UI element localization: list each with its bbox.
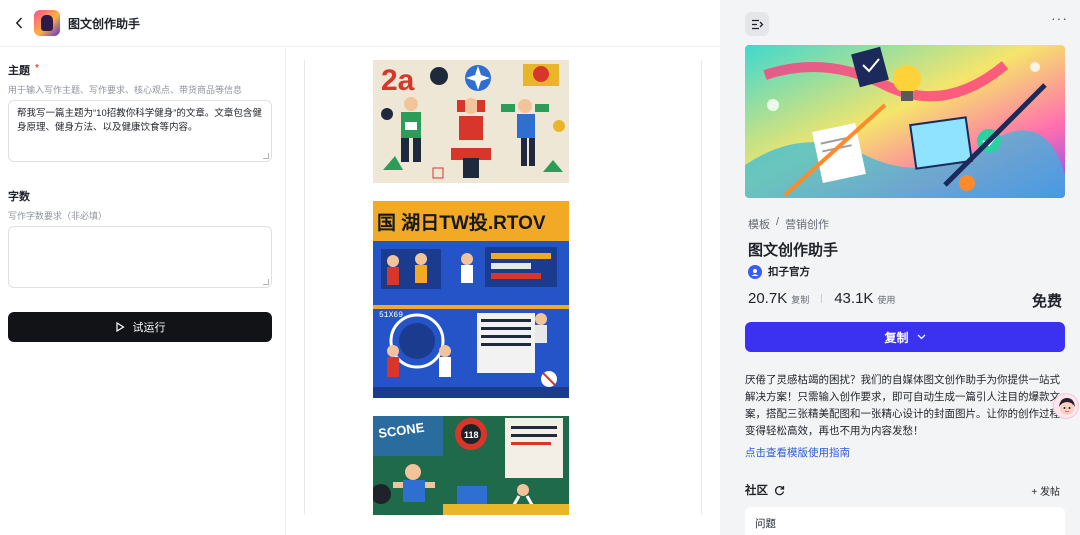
template-title: 图文创作助手	[748, 242, 839, 259]
question-card[interactable]: 问题	[745, 507, 1065, 535]
input-form: 主题 * 用于输入写作主题、写作要求、核心观点、带货商品等信息 帮我写一篇主题为“…	[0, 48, 286, 535]
uses-count: 43.1K	[834, 290, 874, 307]
app-icon	[34, 10, 60, 36]
usage-guide-link[interactable]: 点击查看模版使用指南	[745, 445, 850, 460]
copy-button[interactable]: 复制	[745, 322, 1065, 352]
poster-athletes[interactable]: 2a	[373, 60, 569, 183]
collapse-panel-icon[interactable]	[745, 12, 769, 36]
svg-text:118: 118	[464, 430, 479, 440]
author-avatar	[748, 264, 762, 279]
refresh-icon[interactable]	[774, 485, 785, 496]
question-label: 问题	[755, 518, 776, 530]
copies-count: 20.7K	[748, 290, 788, 307]
divider	[304, 60, 305, 515]
divider	[701, 60, 702, 515]
topic-input[interactable]: 帮我写一篇主题为“10招教你科学健身”的文章。文章包含健身原理、健身方法、以及健…	[8, 100, 272, 162]
topic-hint: 用于输入写作主题、写作要求、核心观点、带货商品等信息	[8, 85, 243, 95]
author-name: 扣子官方	[768, 266, 810, 278]
play-icon	[115, 322, 125, 332]
app-title: 图文创作助手	[68, 16, 141, 31]
svg-text:2a: 2a	[381, 64, 415, 97]
template-panel: ··· 模板 / 营销创作 图文创作助手 扣子官方 20.7K 复制 43.1K…	[720, 0, 1080, 535]
run-button[interactable]: 试运行	[8, 312, 272, 342]
topic-input-value: 帮我写一篇主题为“10招教你科学健身”的文章。文章包含健身原理、健身方法、以及健…	[17, 108, 262, 133]
top-bar: 图文创作助手	[0, 0, 720, 47]
words-label: 字数	[8, 191, 30, 203]
poster-sports-infographic[interactable]: 国 湖日TW投.RTOV 51X69	[373, 201, 569, 398]
template-description: 厌倦了灵感枯竭的困扰？我们的自媒体图文创作助手为你提供一站式解决方案！只需输入创…	[745, 374, 1060, 437]
required-mark: *	[35, 63, 39, 74]
poster-headline: 国 湖日TW投.RTOV	[377, 211, 546, 234]
preview-area: 2a 国 湖日TW投.RTOV 51X69 SCONE 118	[287, 48, 720, 535]
words-hint: 写作字数要求（非必填）	[8, 211, 108, 221]
svg-text:51X69: 51X69	[379, 311, 403, 320]
community-label: 社区	[745, 485, 768, 497]
uses-unit: 使用	[877, 295, 896, 305]
new-post-button[interactable]: + 发帖	[1031, 483, 1060, 498]
words-input[interactable]	[8, 226, 272, 288]
copies-unit: 复制	[791, 295, 810, 305]
resize-handle[interactable]	[263, 153, 269, 159]
template-cover-image	[745, 45, 1065, 198]
run-button-label: 试运行	[132, 322, 166, 334]
community-header: 社区	[745, 482, 785, 498]
author[interactable]: 扣子官方	[748, 264, 810, 279]
back-icon[interactable]	[12, 16, 26, 30]
price-label: 免费	[1031, 293, 1062, 310]
resize-handle[interactable]	[263, 279, 269, 285]
breadcrumb-templates[interactable]: 模板	[748, 216, 770, 232]
assistant-avatar[interactable]	[1053, 393, 1079, 419]
breadcrumb: 模板 / 营销创作	[748, 216, 829, 232]
more-icon[interactable]: ···	[1051, 10, 1068, 26]
chevron-down-icon	[917, 334, 925, 340]
usage-stats: 20.7K 复制 43.1K 使用	[748, 290, 895, 307]
breadcrumb-separator: /	[776, 216, 780, 228]
topic-label: 主题 *	[8, 63, 39, 77]
poster-fitness-timer[interactable]: SCONE 118	[373, 416, 569, 515]
divider	[821, 294, 823, 303]
breadcrumb-marketing[interactable]: 营销创作	[785, 216, 829, 232]
copy-button-label: 复制	[884, 330, 909, 345]
